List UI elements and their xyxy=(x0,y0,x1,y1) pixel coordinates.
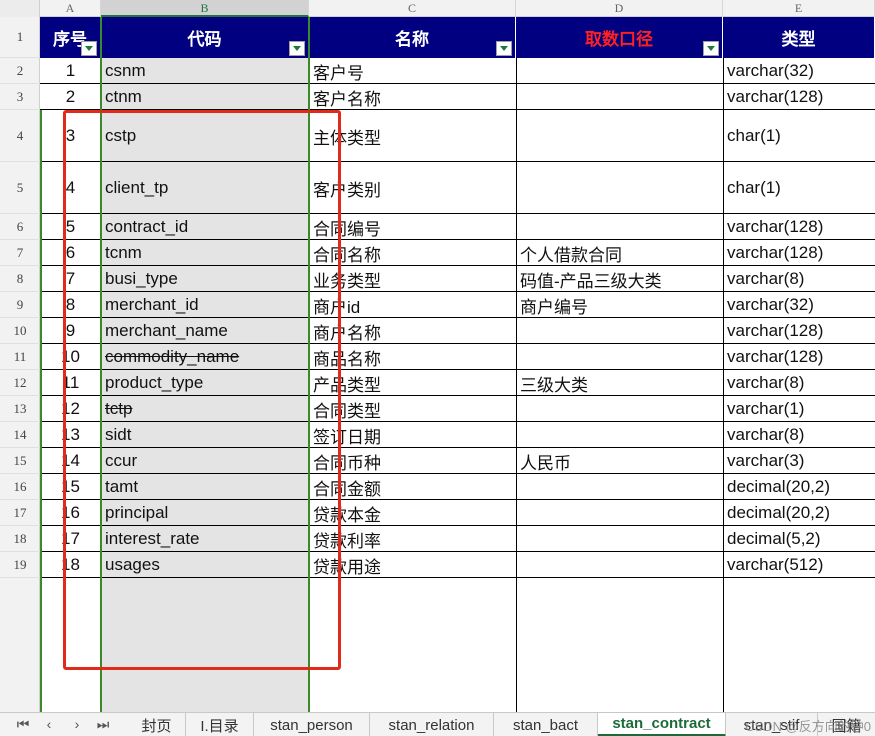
select-all-corner[interactable] xyxy=(0,0,40,17)
header-seq[interactable]: 序号 xyxy=(40,17,101,58)
highlight-annotation-box xyxy=(63,110,341,670)
filter-dropdown-icon[interactable] xyxy=(496,41,512,56)
row-number[interactable]: 17 xyxy=(0,500,40,526)
cell-type[interactable]: varchar(32) xyxy=(723,58,875,84)
sheet-tab[interactable]: I.目录 xyxy=(186,713,254,736)
cell-source[interactable] xyxy=(516,474,723,500)
row-header-bar: 1 2 3 4 5 6 7 8 9 10 11 12 13 14 15 16 1… xyxy=(0,17,40,712)
filter-dropdown-icon[interactable] xyxy=(703,41,719,56)
cell-type[interactable]: varchar(8) xyxy=(723,370,875,396)
cell-name[interactable]: 客户名称 xyxy=(309,84,516,110)
sheet-tab-active[interactable]: stan_contract xyxy=(598,713,726,736)
cell-type[interactable]: decimal(5,2) xyxy=(723,526,875,552)
column-letter-c[interactable]: C xyxy=(309,0,516,17)
row-number[interactable]: 11 xyxy=(0,344,40,370)
sheet-tab[interactable]: 封页 xyxy=(128,713,186,736)
column-letter-e[interactable]: E xyxy=(723,0,875,17)
cell-source[interactable] xyxy=(516,422,723,448)
cell-source[interactable]: 码值-产品三级大类 xyxy=(516,266,723,292)
column-gridline xyxy=(516,58,517,712)
first-sheet-icon[interactable]: ⏮ xyxy=(12,716,34,733)
cell-source[interactable] xyxy=(516,162,723,214)
cell-type[interactable]: varchar(128) xyxy=(723,318,875,344)
row-number[interactable]: 1 xyxy=(0,17,40,58)
cell-source[interactable] xyxy=(516,526,723,552)
row-number[interactable]: 4 xyxy=(0,110,40,162)
cell-type[interactable]: char(1) xyxy=(723,162,875,214)
cell-type[interactable]: varchar(3) xyxy=(723,448,875,474)
row-number[interactable]: 9 xyxy=(0,292,40,318)
header-type[interactable]: 类型 xyxy=(723,17,875,58)
cell-type[interactable]: varchar(8) xyxy=(723,422,875,448)
last-sheet-icon[interactable]: ⏭ xyxy=(92,716,114,733)
row-number[interactable]: 16 xyxy=(0,474,40,500)
column-letter-b[interactable]: B xyxy=(101,0,309,17)
sheet-tab[interactable]: stan_person xyxy=(254,713,370,736)
cell-type[interactable]: varchar(512) xyxy=(723,552,875,578)
header-name-label: 名称 xyxy=(395,30,429,49)
cell-seq[interactable]: 1 xyxy=(40,58,101,84)
column-gridline xyxy=(723,58,724,712)
header-name[interactable]: 名称 xyxy=(309,17,516,58)
cell-source[interactable] xyxy=(516,84,723,110)
cell-source[interactable] xyxy=(516,58,723,84)
cell-source[interactable]: 商户编号 xyxy=(516,292,723,318)
header-code[interactable]: 代码 xyxy=(101,17,309,58)
row-number[interactable]: 7 xyxy=(0,240,40,266)
cell-source[interactable] xyxy=(516,552,723,578)
cell-source[interactable] xyxy=(516,344,723,370)
row-number[interactable]: 6 xyxy=(0,214,40,240)
cell-source[interactable] xyxy=(516,318,723,344)
header-code-label: 代码 xyxy=(187,30,222,49)
cell-type[interactable]: varchar(128) xyxy=(723,240,875,266)
row-number[interactable]: 10 xyxy=(0,318,40,344)
sheet-tab[interactable]: stan_relation xyxy=(370,713,494,736)
cell-type[interactable]: decimal(20,2) xyxy=(723,474,875,500)
column-letter-a[interactable]: A xyxy=(40,0,101,17)
cell-source[interactable] xyxy=(516,214,723,240)
cell-type[interactable]: varchar(128) xyxy=(723,214,875,240)
cell-source[interactable]: 三级大类 xyxy=(516,370,723,396)
filter-dropdown-icon[interactable] xyxy=(81,41,97,56)
cell-code[interactable]: csnm xyxy=(101,58,309,84)
cell-source[interactable] xyxy=(516,396,723,422)
row-number[interactable]: 8 xyxy=(0,266,40,292)
sheet-tab-bar: ⏮ ‹ › ⏭ 封页 I.目录 stan_person stan_relatio… xyxy=(0,712,875,736)
column-letter-d[interactable]: D xyxy=(516,0,723,17)
cell-source[interactable]: 人民币 xyxy=(516,448,723,474)
cell-type[interactable]: varchar(1) xyxy=(723,396,875,422)
cell-type[interactable]: varchar(8) xyxy=(723,266,875,292)
cell-source[interactable] xyxy=(516,500,723,526)
cell-code[interactable]: ctnm xyxy=(101,84,309,110)
row-number[interactable]: 18 xyxy=(0,526,40,552)
header-type-label: 类型 xyxy=(781,30,816,49)
header-source-label: 取数口径 xyxy=(585,30,653,49)
watermark: CSDN @反方向的钟0 xyxy=(745,719,871,734)
prev-sheet-icon[interactable]: ‹ xyxy=(38,716,60,732)
row-number[interactable]: 12 xyxy=(0,370,40,396)
next-sheet-icon[interactable]: › xyxy=(66,716,88,732)
cell-source[interactable]: 个人借款合同 xyxy=(516,240,723,266)
cell-type[interactable]: decimal(20,2) xyxy=(723,500,875,526)
cell-type[interactable]: varchar(128) xyxy=(723,84,875,110)
selection-edge xyxy=(40,110,42,712)
row-number[interactable]: 15 xyxy=(0,448,40,474)
row-number[interactable]: 3 xyxy=(0,84,40,110)
row-number[interactable]: 19 xyxy=(0,552,40,578)
row-number[interactable]: 14 xyxy=(0,422,40,448)
cell-name[interactable]: 客户号 xyxy=(309,58,516,84)
cell-source[interactable] xyxy=(516,110,723,162)
cell-type[interactable]: varchar(128) xyxy=(723,344,875,370)
cell-type[interactable]: char(1) xyxy=(723,110,875,162)
row-number[interactable]: 5 xyxy=(0,162,40,214)
column-header-bar: A B C D E xyxy=(0,0,875,17)
cell-type[interactable]: varchar(32) xyxy=(723,292,875,318)
row-number[interactable]: 2 xyxy=(0,58,40,84)
filter-dropdown-icon[interactable] xyxy=(289,41,305,56)
header-source[interactable]: 取数口径 xyxy=(516,17,723,58)
sheet-tab[interactable]: stan_bact xyxy=(494,713,598,736)
cell-seq[interactable]: 2 xyxy=(40,84,101,110)
row-number[interactable]: 13 xyxy=(0,396,40,422)
